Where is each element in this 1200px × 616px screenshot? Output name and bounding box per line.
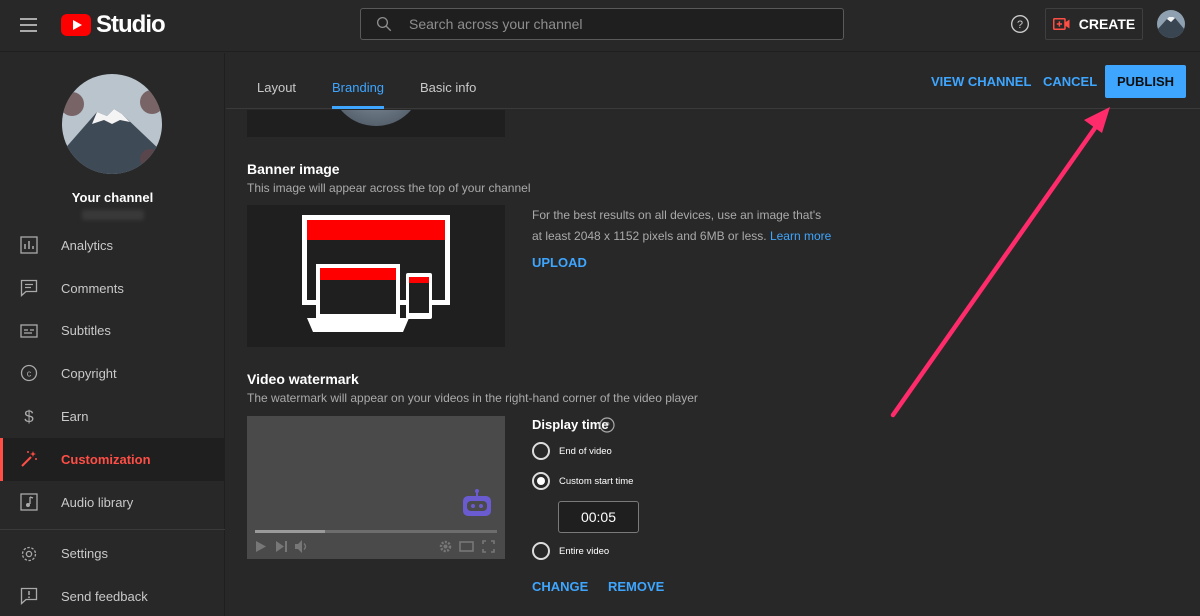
subtitles-icon (20, 323, 38, 338)
analytics-icon (20, 236, 38, 254)
sidebar-item-label: Customization (61, 451, 151, 467)
search-input[interactable] (409, 9, 829, 39)
cancel-button[interactable]: CANCEL (1043, 74, 1097, 89)
radio-end-of-video[interactable]: End of video (532, 442, 612, 460)
radio-button[interactable] (532, 542, 550, 560)
upload-button[interactable]: UPLOAD (532, 255, 587, 270)
svg-text:?: ? (1017, 19, 1023, 31)
sidebar-item-settings[interactable]: Settings (0, 533, 225, 576)
publish-button[interactable]: PUBLISH (1105, 65, 1186, 98)
robot-watermark-icon (463, 489, 491, 516)
volume-icon[interactable] (295, 540, 310, 553)
player-progress-bar[interactable] (255, 530, 497, 533)
customization-tabs-bar: Layout Branding Basic info VIEW CHANNEL … (226, 53, 1200, 109)
account-avatar[interactable] (1157, 10, 1185, 38)
sidebar-item-comments[interactable]: Comments (0, 267, 225, 310)
help-icon[interactable]: ? (1010, 14, 1030, 34)
channel-avatar[interactable] (62, 74, 162, 174)
create-video-icon (1052, 18, 1070, 30)
svg-text:?: ? (604, 421, 609, 432)
display-time-label: Display time (532, 417, 609, 432)
sidebar-item-label: Settings (61, 546, 108, 562)
magic-wand-icon (21, 450, 37, 467)
create-button[interactable]: CREATE (1045, 8, 1143, 40)
banner-help: For the best results on all devices, use… (532, 205, 832, 247)
banner-preview (247, 205, 505, 347)
video-watermark-title: Video watermark (247, 371, 359, 387)
menu-icon[interactable] (16, 14, 42, 38)
audio-library-icon (20, 493, 38, 511)
feedback-icon (20, 588, 38, 606)
gear-icon (21, 546, 37, 561)
sidebar-item-label: Subtitles (61, 323, 111, 339)
sidebar-divider (0, 528, 225, 530)
sidebar-item-send-feedback[interactable]: Send feedback (0, 575, 225, 616)
player-controls (247, 536, 505, 556)
theater-mode-icon[interactable] (459, 541, 474, 552)
sidebar-item-label: Audio library (61, 494, 134, 510)
sidebar-item-subtitles[interactable]: Subtitles (0, 310, 225, 353)
copyright-icon: c (20, 365, 38, 382)
sidebar-item-label: Comments (61, 280, 124, 296)
play-icon[interactable] (256, 541, 266, 552)
sidebar-item-copyright[interactable]: c Copyright (0, 352, 225, 395)
radio-label: Custom start time (559, 475, 634, 487)
radio-custom-start-time[interactable]: Custom start time (532, 472, 633, 490)
help-icon[interactable]: ? (599, 417, 615, 433)
start-time-input[interactable] (558, 501, 639, 533)
fullscreen-icon[interactable] (482, 540, 495, 553)
change-watermark-button[interactable]: CHANGE (532, 579, 588, 594)
channel-name: Your channel (71, 190, 154, 205)
banner-image-title: Banner image (247, 161, 340, 177)
remove-watermark-button[interactable]: REMOVE (608, 579, 664, 594)
svg-text:$: $ (24, 407, 34, 425)
learn-more-link[interactable]: Learn more (770, 229, 831, 243)
channel-subtitle-blurred (82, 210, 144, 220)
sidebar-nav: Analytics Comments Subtitles c Copyright… (0, 224, 225, 616)
radio-label: Entire video (559, 545, 610, 557)
radio-label: End of video (559, 445, 612, 457)
video-watermark-description: The watermark will appear on your videos… (247, 391, 698, 405)
sidebar-item-audio-library[interactable]: Audio library (0, 481, 225, 524)
radio-button-selected[interactable] (532, 472, 550, 490)
sidebar-item-label: Copyright (61, 366, 117, 382)
next-icon[interactable] (276, 541, 287, 552)
search-icon (376, 16, 392, 32)
profile-picture-preview (247, 110, 505, 137)
tab-basic-info[interactable]: Basic info (420, 80, 476, 95)
top-header: Studio ? CREATE (0, 0, 1200, 52)
settings-gear-icon[interactable] (439, 540, 452, 553)
annotation-arrow (890, 107, 1110, 418)
svg-text:c: c (27, 369, 32, 379)
comments-icon (20, 279, 38, 297)
create-label: CREATE (1078, 16, 1136, 32)
search-box[interactable] (360, 8, 844, 40)
watermark-preview-player (247, 416, 505, 559)
dollar-icon: $ (24, 407, 34, 425)
active-tab-indicator (332, 106, 384, 109)
studio-logo[interactable]: Studio (61, 10, 166, 40)
sidebar-item-earn[interactable]: $ Earn (0, 395, 225, 438)
view-channel-button[interactable]: VIEW CHANNEL (931, 74, 1031, 89)
sidebar-item-label: Send feedback (61, 589, 148, 605)
tab-layout[interactable]: Layout (257, 80, 296, 95)
logo-text: Studio (96, 11, 166, 38)
tab-branding[interactable]: Branding (332, 80, 384, 95)
sidebar-item-customization[interactable]: Customization (0, 437, 225, 481)
devices-illustration (302, 215, 450, 332)
sidebar-item-label: Earn (61, 409, 89, 425)
radio-entire-video[interactable]: Entire video (532, 542, 609, 560)
radio-button[interactable] (532, 442, 550, 460)
sidebar: Your channel Analytics Comments Subtitle… (0, 53, 225, 616)
banner-image-description: This image will appear across the top of… (247, 181, 531, 195)
sidebar-item-label: Analytics (61, 237, 114, 253)
youtube-play-icon (61, 14, 91, 36)
sidebar-item-analytics[interactable]: Analytics (0, 224, 225, 267)
